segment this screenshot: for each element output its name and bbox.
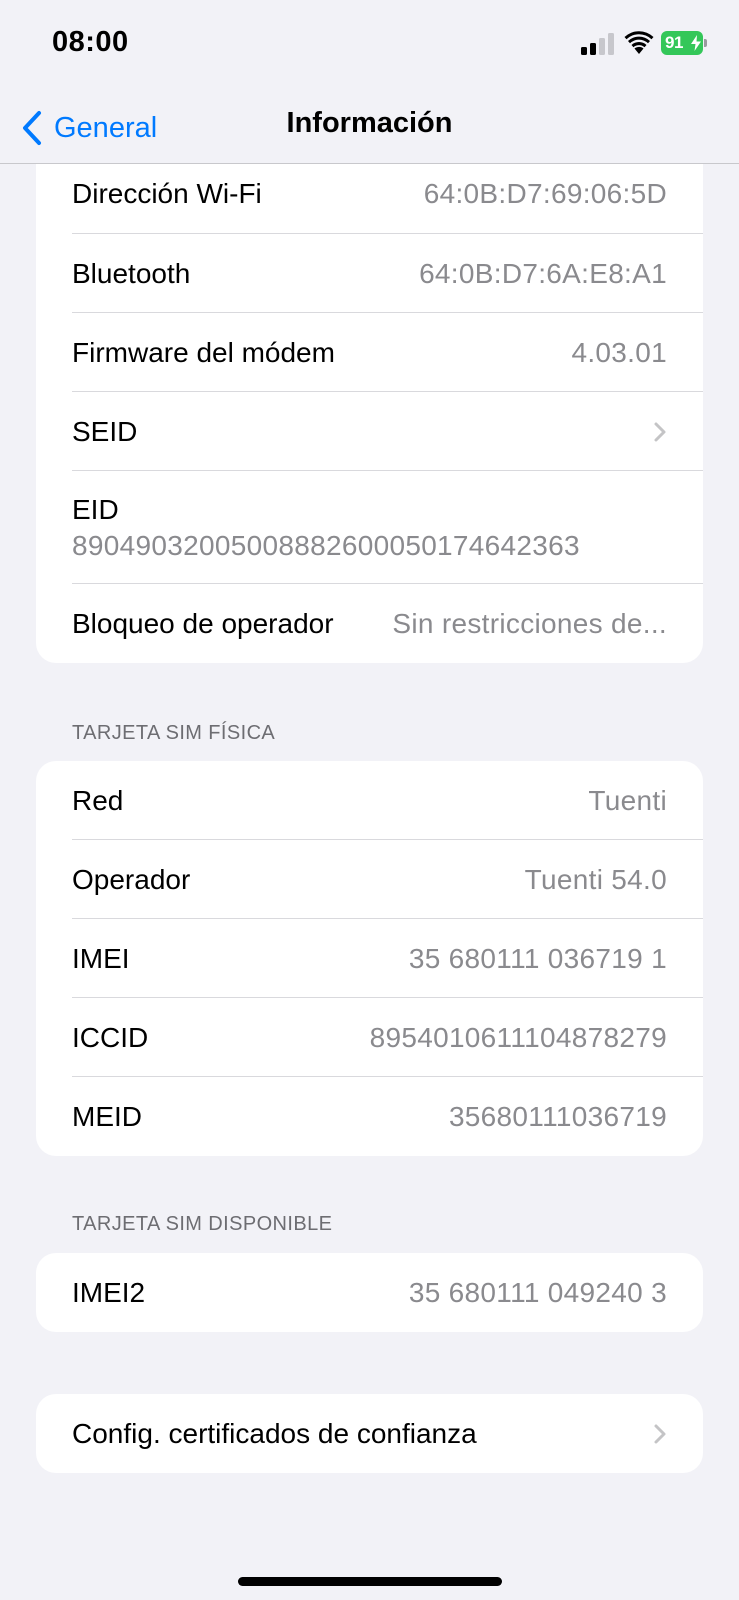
available-sim-group: IMEI2 35 680111 049240 3 — [36, 1253, 703, 1332]
home-indicator[interactable] — [238, 1577, 502, 1586]
certificates-group: Config. certificados de confianza — [36, 1394, 703, 1473]
row-value: 64:0B:D7:69:06:5D — [423, 178, 667, 209]
row-label: ICCID — [72, 1021, 149, 1053]
imei-row[interactable]: IMEI 35 680111 036719 1 — [36, 919, 703, 998]
status-time: 08:00 — [52, 26, 129, 58]
row-label: EID — [72, 493, 119, 525]
row-value: Tuenti 54.0 — [524, 863, 667, 895]
row-label: Bloqueo de operador — [72, 607, 334, 639]
page-title: Información — [286, 107, 453, 139]
section-header-available-sim: TARJETA SIM DISPONIBLE — [72, 1213, 333, 1235]
row-value: 35 680111 036719 1 — [408, 942, 667, 974]
imei2-row[interactable]: IMEI2 35 680111 049240 3 — [36, 1253, 703, 1332]
row-label: IMEI — [72, 942, 130, 974]
bluetooth-row[interactable]: Bluetooth 64:0B:D7:6A:E8:A1 — [36, 234, 703, 313]
section-header-physical-sim: TARJETA SIM FÍSICA — [72, 722, 276, 744]
battery-icon: 91 — [661, 31, 707, 55]
row-label: Red — [72, 784, 124, 816]
row-label: Dirección Wi-Fi — [72, 178, 262, 209]
physical-sim-group: Red Tuenti Operador Tuenti 54.0 IMEI 35 … — [36, 761, 703, 1156]
carrier-row[interactable]: Operador Tuenti 54.0 — [36, 840, 703, 919]
iccid-row[interactable]: ICCID 8954010611104878279 — [36, 998, 703, 1077]
seid-row[interactable]: SEID — [36, 392, 703, 471]
row-value: 64:0B:D7:6A:E8:A1 — [419, 257, 667, 289]
row-label: Firmware del módem — [72, 336, 335, 368]
row-label: Operador — [72, 863, 191, 895]
device-info-group: Dirección Wi-Fi 64:0B:D7:69:06:5D Blueto… — [36, 140, 703, 663]
modem-firmware-row[interactable]: Firmware del módem 4.03.01 — [36, 313, 703, 392]
network-row[interactable]: Red Tuenti — [36, 761, 703, 840]
eid-value: 89049032005008882600050174642363 — [72, 529, 580, 561]
charging-bolt-icon — [691, 35, 701, 51]
trust-certificates-row[interactable]: Config. certificados de confianza — [36, 1394, 703, 1473]
row-label: Bluetooth — [72, 257, 191, 289]
row-value: Sin restricciones de... — [392, 607, 667, 639]
status-bar: 08:00 91 — [0, 0, 739, 92]
row-label: IMEI2 — [72, 1276, 146, 1308]
battery-percentage: 91 — [665, 33, 683, 52]
eid-row[interactable]: EID 89049032005008882600050174642363 — [36, 471, 703, 584]
chevron-right-icon — [654, 422, 666, 441]
row-value: Tuenti — [588, 784, 667, 816]
row-label: Config. certificados de confianza — [72, 1417, 477, 1449]
carrier-lock-row[interactable]: Bloqueo de operador Sin restricciones de… — [36, 584, 703, 663]
meid-row[interactable]: MEID 35680111036719 — [36, 1077, 703, 1156]
chevron-right-icon — [654, 1424, 666, 1443]
wifi-icon — [624, 31, 654, 54]
row-value: 35680111036719 — [448, 1100, 667, 1132]
row-value: 35 680111 049240 3 — [408, 1276, 667, 1308]
screen: 08:00 91 General Información Dirección W… — [0, 0, 739, 1600]
cellular-signal-icon — [581, 33, 614, 55]
row-value: 8954010611104878279 — [369, 1021, 667, 1053]
row-label: SEID — [72, 415, 138, 447]
row-label: MEID — [72, 1100, 142, 1132]
row-value: 4.03.01 — [571, 336, 667, 368]
navigation-bar: General Información — [0, 92, 739, 164]
